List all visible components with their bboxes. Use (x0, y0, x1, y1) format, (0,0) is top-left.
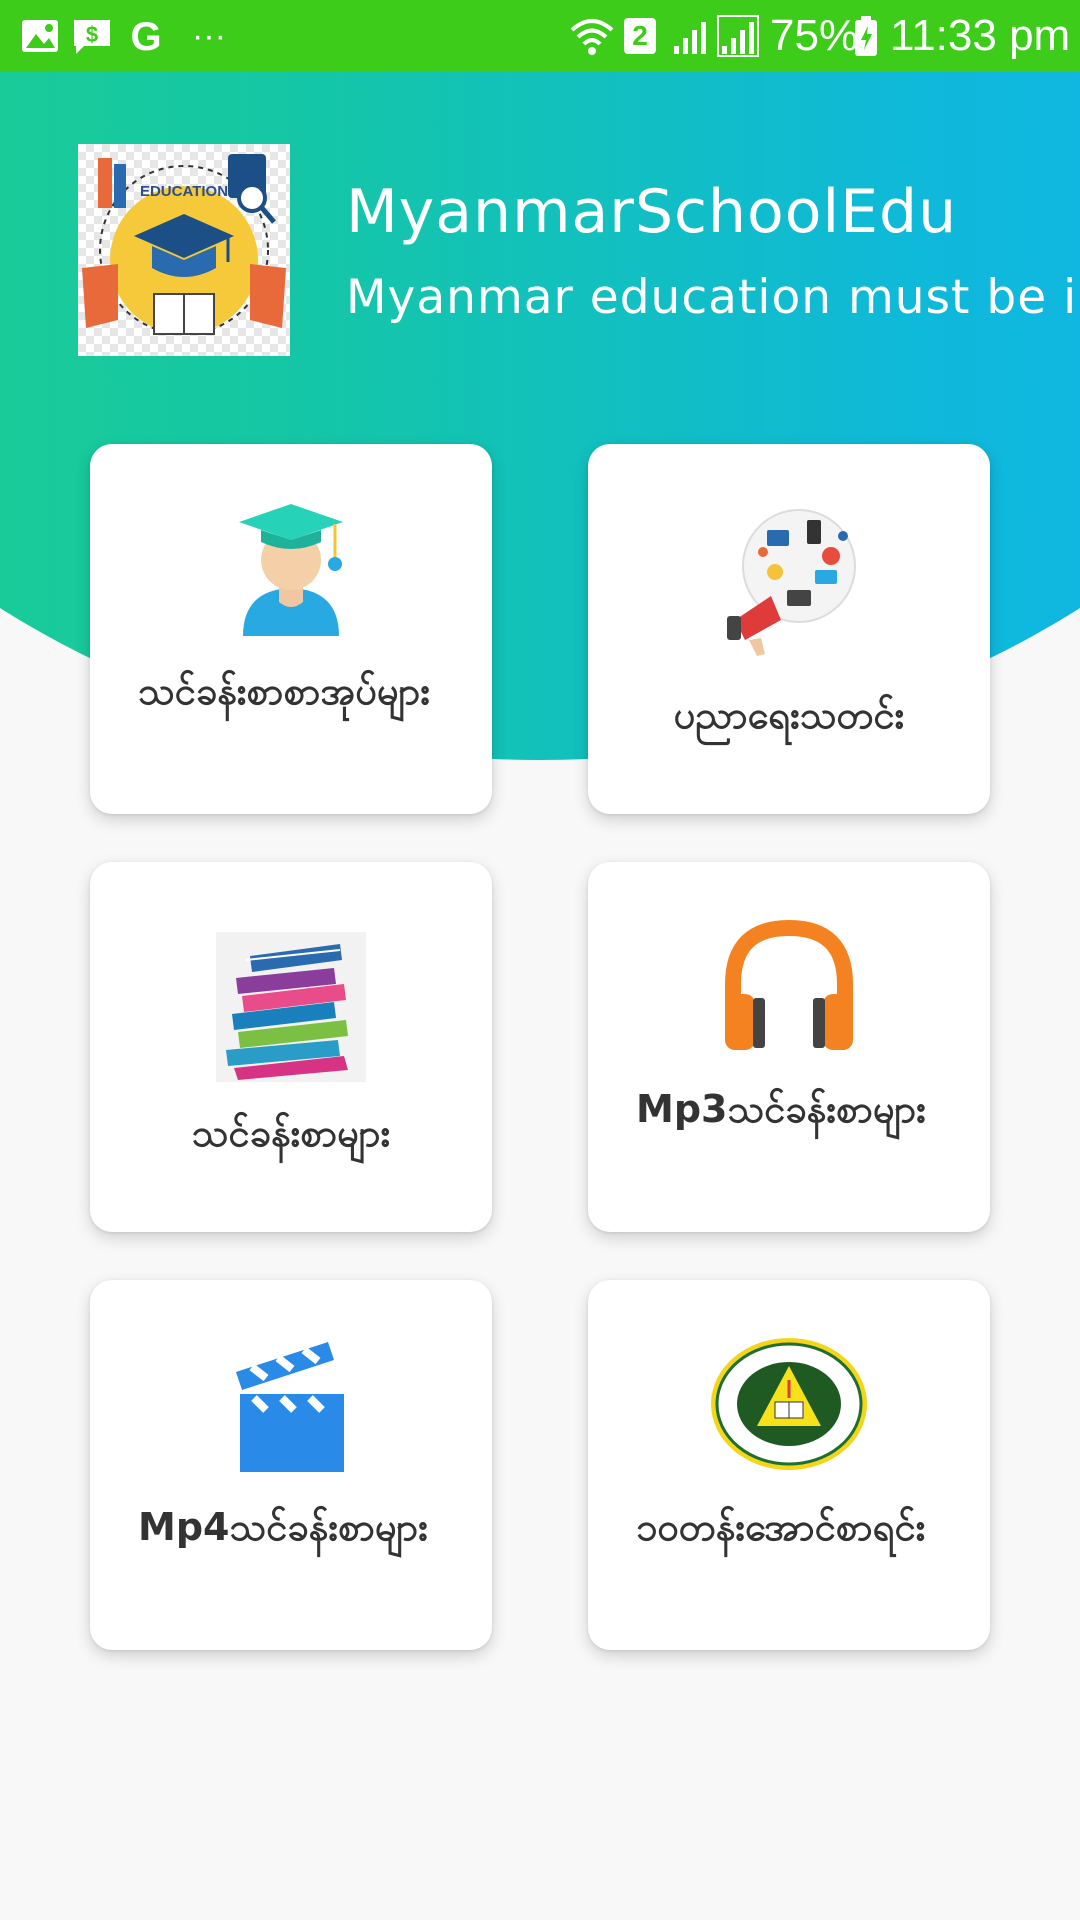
menu-card-label: သင်ခန်းစာစာအုပ်များ (138, 669, 431, 713)
menu-card-mp4-lessons[interactable]: Mp4သင်ခန်းစာများ (90, 1280, 492, 1650)
menu-card-mp3-lessons[interactable]: Mp3သင်ခန်းစာများ (588, 862, 990, 1232)
overflow-indicator: ··· (192, 17, 226, 55)
svg-text:G: G (130, 15, 161, 58)
image-notification-icon (22, 20, 58, 52)
education-news-megaphone-icon (727, 509, 856, 656)
books-stack-icon (216, 932, 366, 1082)
status-bar: $ G ··· 2 75% 11:33 pm (0, 0, 1080, 72)
menu-card-textbooks[interactable]: သင်ခန်းစာစာအုပ်များ (90, 444, 492, 814)
menu-card-lessons[interactable]: သင်ခန်းစာများ (90, 862, 492, 1232)
menu-card-label: ၁၀တန်းအောင်စာရင်း (636, 1505, 926, 1549)
message-money-icon: $ (74, 20, 110, 54)
menu-card-grade10-results[interactable]: ၁၀တန်းအောင်စာရင်း (588, 1280, 990, 1650)
battery-charging-icon (855, 16, 877, 56)
clapperboard-icon (236, 1342, 344, 1472)
menu-card-education-news[interactable]: ပညာရေးသတင်း (588, 444, 990, 814)
battery-percent: 75% (770, 11, 859, 60)
exam-board-seal-icon (711, 1338, 867, 1470)
sim-badge-number: 2 (632, 20, 648, 51)
home-screen: $ G ··· 2 75% 11:33 pm EDUCATION Myanmar… (0, 0, 1080, 1920)
sim-badge-icon: 2 (624, 18, 656, 54)
menu-card-label: သင်ခန်းစာများ (191, 1111, 391, 1155)
education-logo-icon: EDUCATION (82, 154, 286, 335)
app-logo: EDUCATION (78, 144, 290, 356)
menu-card-label: Mp4သင်ခန်းစာများ (138, 1505, 428, 1549)
menu-card-label: ပညာရေးသတင်း (673, 693, 905, 737)
menu-card-label: Mp3သင်ခန်းစာများ (636, 1087, 926, 1131)
logo-text: EDUCATION (140, 183, 228, 200)
signal-icon (674, 22, 706, 54)
clock: 11:33 pm (890, 11, 1071, 60)
app-title: MyanmarSchoolEdu (346, 177, 958, 247)
signal-icon (717, 15, 759, 57)
graduate-icon (239, 504, 343, 636)
headphones-icon (725, 919, 853, 1050)
google-icon: G (130, 15, 161, 58)
wifi-icon (570, 19, 614, 55)
app-subtitle: Myanmar education must be improved (346, 270, 1080, 325)
svg-text:$: $ (86, 22, 98, 47)
